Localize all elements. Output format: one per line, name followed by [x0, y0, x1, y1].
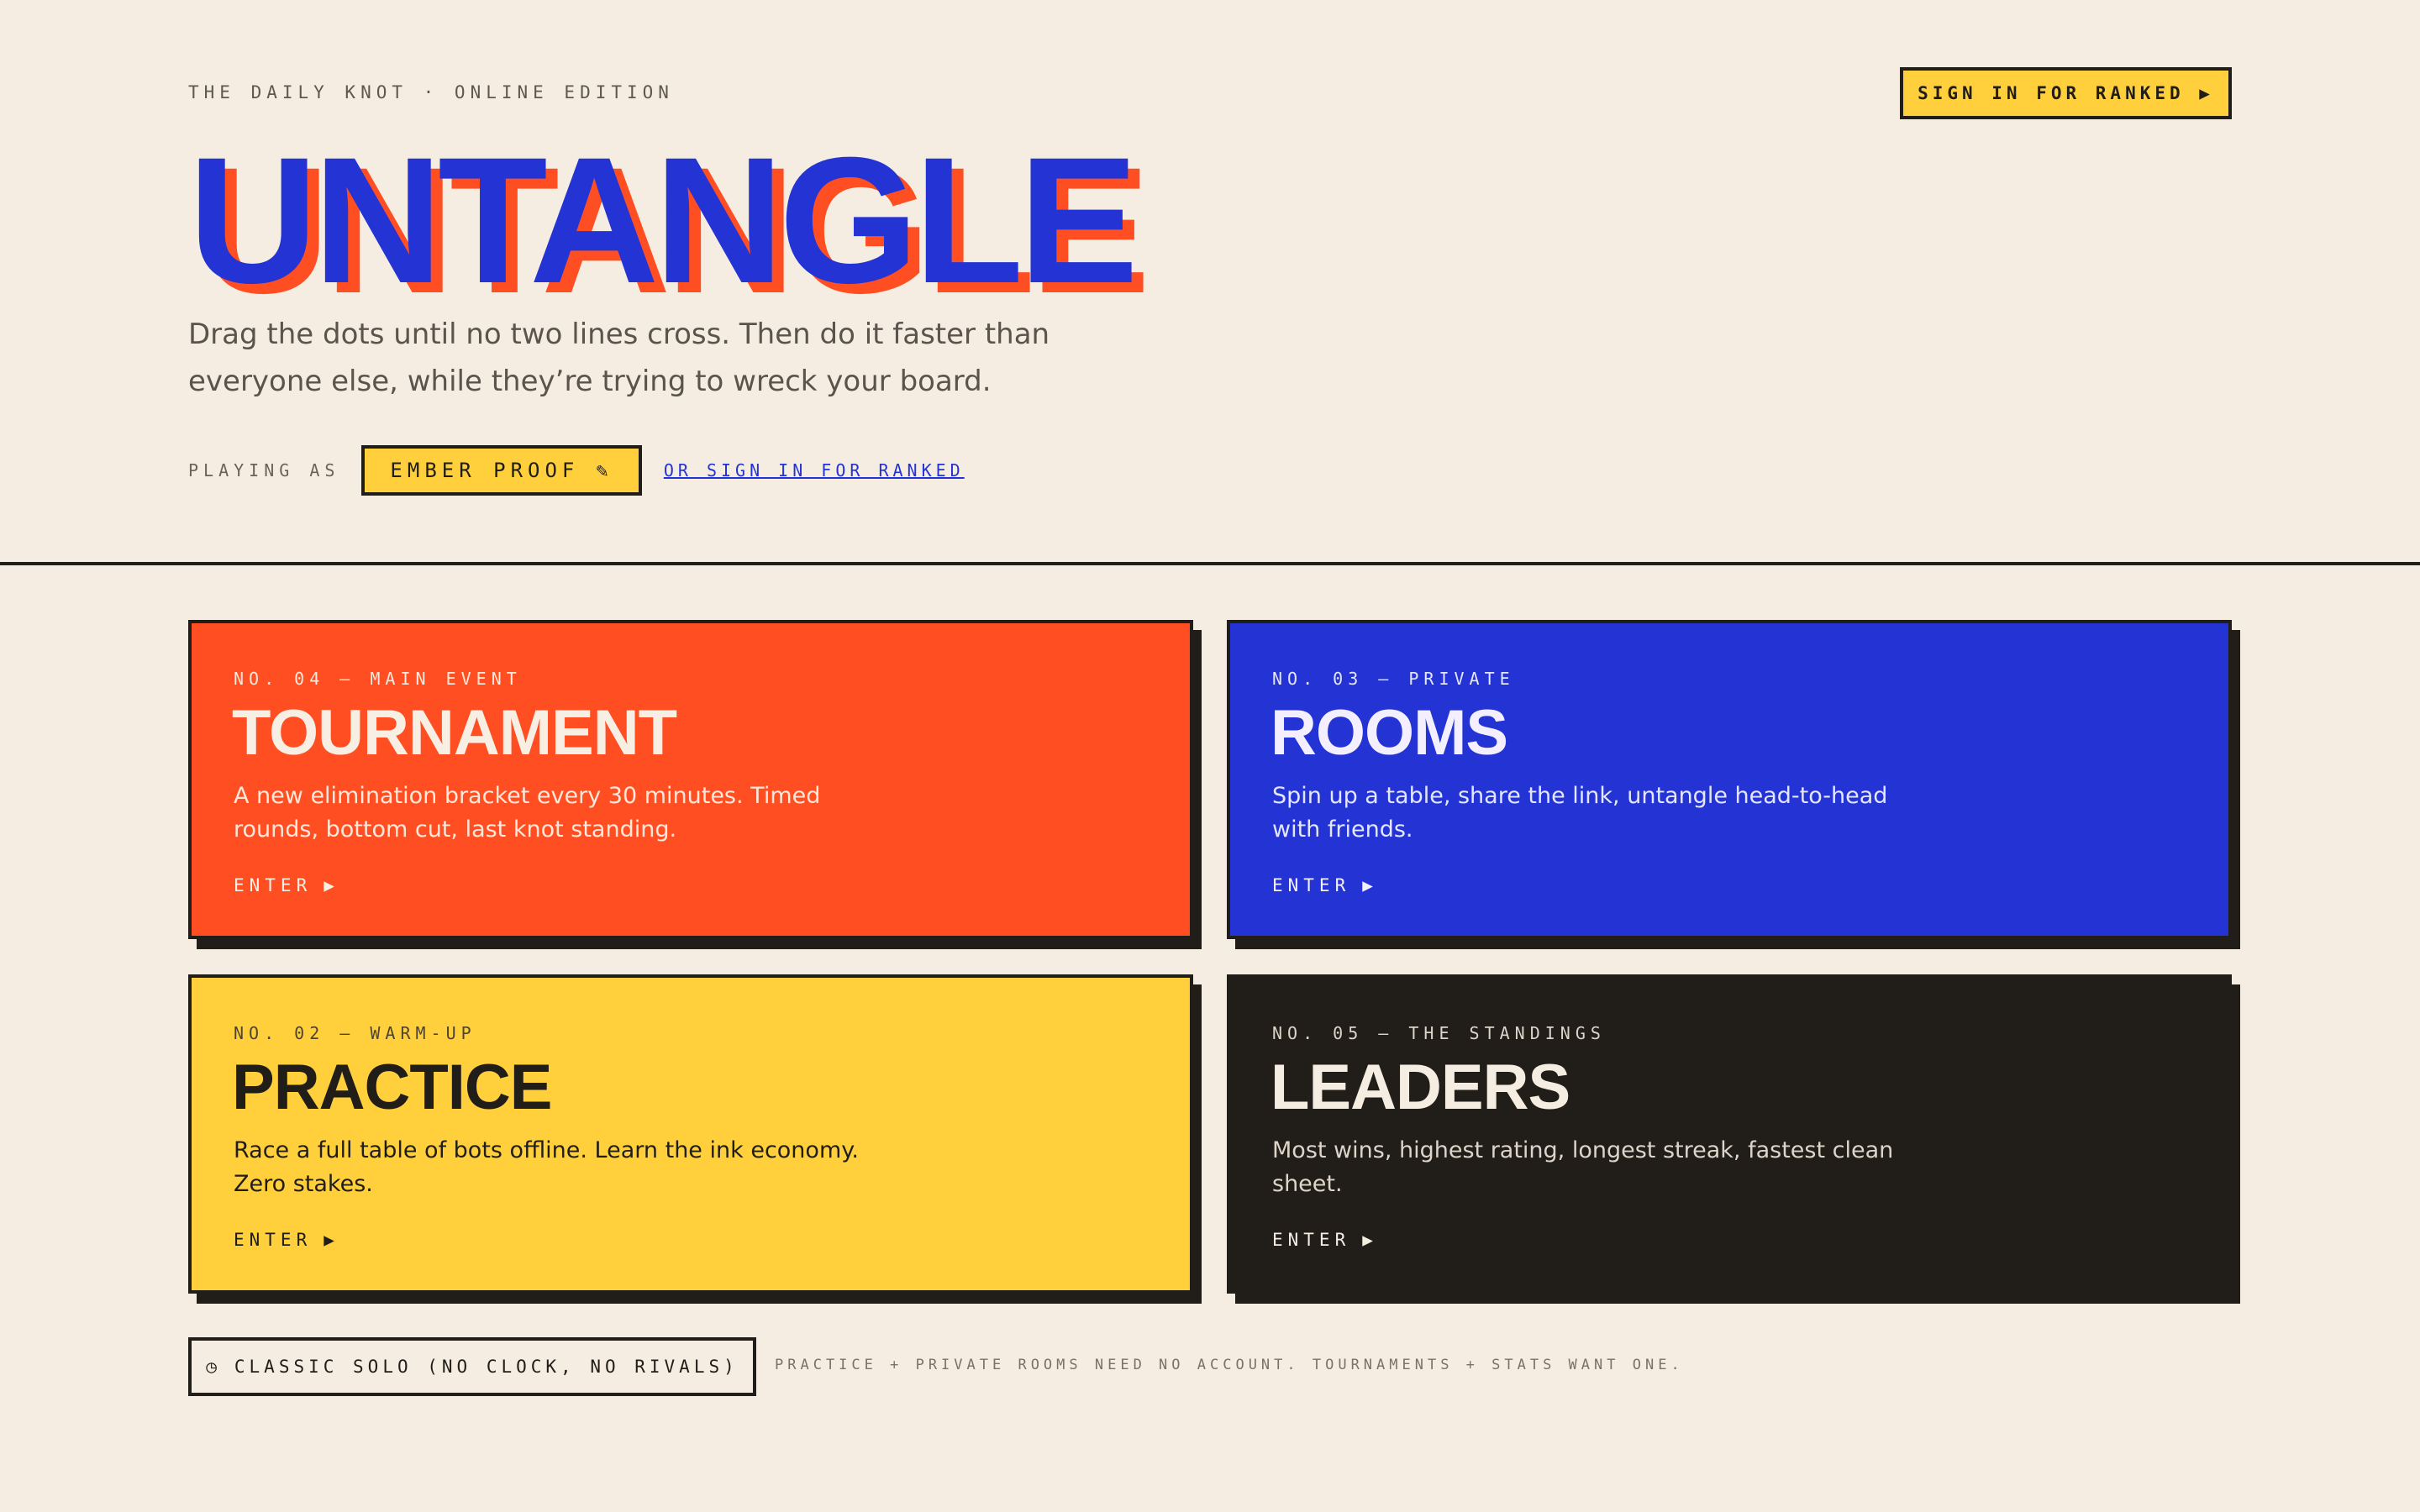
section-divider: [0, 562, 2420, 565]
landing-page: THE DAILY KNOT · ONLINE EDITION SIGN IN …: [0, 0, 2420, 1512]
account-footnote: PRACTICE + PRIVATE ROOMS NEED NO ACCOUNT…: [775, 1357, 1684, 1373]
mode-description: Race a full table of bots offline. Learn…: [234, 1137, 859, 1197]
enter-label: ENTER: [234, 1230, 313, 1250]
mode-card-leaders[interactable]: NO. 05 — THE STANDINGS LEADERS Most wins…: [1227, 974, 2232, 1294]
mode-description: Spin up a table, share the link, untangl…: [1272, 783, 1888, 843]
playing-as-label: PLAYING AS: [188, 460, 340, 480]
mode-description: Most wins, highest rating, longest strea…: [1272, 1137, 1894, 1197]
enter-link[interactable]: ENTER ▶: [234, 875, 339, 895]
game-title: UNTANGLE UNTANGLE: [188, 120, 1247, 321]
pencil-icon: ✎: [596, 459, 613, 482]
enter-link[interactable]: ENTER ▶: [1272, 1230, 1378, 1250]
mode-card-tournament[interactable]: NO. 04 — MAIN EVENT TOURNAMENT A new eli…: [188, 620, 1193, 939]
sign-in-ranked-button[interactable]: SIGN IN FOR RANKED ▶: [1900, 67, 2232, 119]
enter-link[interactable]: ENTER ▶: [1272, 875, 1378, 895]
mode-title: PRACTICE: [232, 1052, 552, 1123]
mode-tag: NO. 03 — PRIVATE: [1272, 669, 1515, 689]
mode-title: LEADERS: [1270, 1052, 1570, 1123]
mode-description: A new elimination bracket every 30 minut…: [234, 783, 821, 843]
player-name: EMBER PROOF: [390, 459, 580, 482]
sign-in-ranked-link[interactable]: OR SIGN IN FOR RANKED: [664, 460, 965, 480]
game-title-text: UNTANGLE: [188, 120, 1139, 321]
mode-title: TOURNAMENT: [232, 697, 677, 769]
game-tagline: Drag the dots until no two lines cross. …: [188, 318, 1050, 398]
enter-label: ENTER: [234, 875, 313, 895]
play-arrow-icon: ▶: [1362, 875, 1378, 895]
play-arrow-icon: ▶: [324, 1230, 339, 1250]
player-identity-row: PLAYING AS EMBER PROOF ✎ OR SIGN IN FOR …: [188, 445, 965, 496]
publication-kicker: THE DAILY KNOT · ONLINE EDITION: [188, 82, 674, 102]
mode-tag: NO. 04 — MAIN EVENT: [234, 669, 522, 689]
player-name-button[interactable]: EMBER PROOF ✎: [361, 445, 642, 496]
enter-label: ENTER: [1272, 875, 1351, 895]
play-arrow-icon: ▶: [324, 875, 339, 895]
play-arrow-icon: ▶: [1362, 1230, 1378, 1250]
enter-link[interactable]: ENTER ▶: [234, 1230, 339, 1250]
mode-card-rooms[interactable]: NO. 03 — PRIVATE ROOMS Spin up a table, …: [1227, 620, 2232, 939]
mode-title: ROOMS: [1270, 697, 1508, 769]
classic-solo-button[interactable]: ◷ CLASSIC SOLO (NO CLOCK, NO RIVALS): [188, 1337, 756, 1396]
mode-card-practice[interactable]: NO. 02 — WARM-UP PRACTICE Race a full ta…: [188, 974, 1193, 1294]
clock-icon: ◷: [206, 1357, 221, 1377]
mode-tag: NO. 02 — WARM-UP: [234, 1023, 476, 1043]
enter-label: ENTER: [1272, 1230, 1351, 1250]
classic-solo-label: CLASSIC SOLO (NO CLOCK, NO RIVALS): [234, 1357, 739, 1377]
mode-tag: NO. 05 — THE STANDINGS: [1272, 1023, 1606, 1043]
